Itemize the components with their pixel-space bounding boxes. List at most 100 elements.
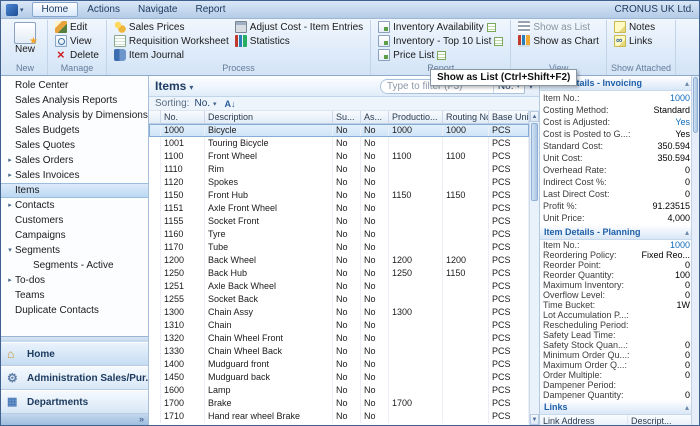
cell-routing-no[interactable] — [443, 397, 489, 410]
cell-base-unit[interactable]: PCS — [489, 371, 529, 384]
cell-assembly[interactable]: No — [361, 345, 389, 358]
cell-no[interactable]: 1155 — [161, 215, 205, 228]
new-button[interactable]: New — [7, 20, 43, 55]
cell-routing-no[interactable] — [443, 384, 489, 397]
table-row[interactable]: 1120 Spokes No No PCS — [149, 176, 529, 189]
column-header[interactable]: No. — [161, 111, 205, 123]
cell-no[interactable]: 1400 — [161, 358, 205, 371]
table-row[interactable]: 1251 Axle Back Wheel No No PCS — [149, 280, 529, 293]
row-selector[interactable] — [149, 189, 161, 202]
requisition-worksheet-button[interactable]: Requisition Worksheet — [111, 34, 232, 48]
table-row[interactable]: 1200 Back Wheel No No 1200 1200 PCS — [149, 254, 529, 267]
row-selector[interactable] — [149, 124, 161, 137]
field-value[interactable]: 0 — [681, 176, 690, 188]
cell-routing-no[interactable]: 1150 — [443, 189, 489, 202]
cell-production-bom[interactable] — [389, 215, 443, 228]
table-row[interactable]: 1000 Bicycle No No 1000 1000 PCS — [149, 124, 529, 137]
field-value[interactable]: 91.23515 — [648, 200, 690, 212]
menu-tab[interactable]: Report — [186, 3, 234, 16]
cell-routing-no[interactable] — [443, 293, 489, 306]
menu-tab[interactable]: Navigate — [129, 3, 186, 16]
column-header[interactable]: As... — [361, 111, 389, 123]
cell-production-bom[interactable]: 1200 — [389, 254, 443, 267]
factbox-links-header[interactable]: Links ▴ — [540, 400, 693, 415]
inventory-availability-button[interactable]: Inventory Availability — [375, 20, 498, 34]
sorting-column-dropdown[interactable]: No.▾ — [194, 98, 216, 109]
cell-assembly[interactable]: No — [361, 189, 389, 202]
table-row[interactable]: 1250 Back Hub No No 1250 1150 PCS — [149, 267, 529, 280]
cell-base-unit[interactable]: PCS — [489, 293, 529, 306]
cell-assembly[interactable]: No — [361, 306, 389, 319]
table-row[interactable]: 1110 Rim No No PCS — [149, 163, 529, 176]
table-row[interactable]: 1001 Touring Bicycle No No PCS — [149, 137, 529, 150]
field-value[interactable]: 0 — [681, 280, 690, 290]
cell-no[interactable]: 1000 — [161, 124, 205, 137]
adjust-cost-button[interactable]: Adjust Cost - Item Entries — [232, 20, 366, 34]
cell-routing-no[interactable] — [443, 319, 489, 332]
cell-description[interactable]: Spokes — [205, 176, 333, 189]
cell-base-unit[interactable]: PCS — [489, 267, 529, 280]
sidebar-item[interactable]: ▸ Sales Invoices — [1, 168, 148, 183]
sidebar-item[interactable]: Sales Analysis by Dimensions — [1, 108, 148, 123]
cell-assembly[interactable]: No — [361, 267, 389, 280]
sidebar-item[interactable]: Items — [1, 183, 148, 198]
cell-no[interactable]: 1250 — [161, 267, 205, 280]
table-row[interactable]: 1710 Hand rear wheel Brake No No PCS — [149, 410, 529, 423]
cell-assembly[interactable]: No — [361, 163, 389, 176]
column-header[interactable]: Routing No. — [443, 111, 489, 123]
field-value[interactable] — [686, 310, 690, 320]
cell-description[interactable]: Back Hub — [205, 267, 333, 280]
sidebar-item[interactable]: Campaigns — [1, 228, 148, 243]
cell-description[interactable]: Touring Bicycle — [205, 137, 333, 150]
cell-substitutes[interactable]: No — [333, 215, 361, 228]
row-selector[interactable] — [149, 254, 161, 267]
sort-ascending-icon[interactable]: A↓ — [225, 99, 236, 109]
cell-description[interactable]: Bicycle — [205, 124, 333, 137]
cell-description[interactable]: Chain Wheel Back — [205, 345, 333, 358]
row-selector[interactable] — [149, 241, 161, 254]
field-value[interactable]: 350.594 — [653, 152, 690, 164]
table-row[interactable]: 1400 Mudguard front No No PCS — [149, 358, 529, 371]
cell-base-unit[interactable]: PCS — [489, 319, 529, 332]
cell-no[interactable]: 1100 — [161, 150, 205, 163]
row-selector[interactable] — [149, 176, 161, 189]
cell-assembly[interactable]: No — [361, 215, 389, 228]
field-value[interactable]: 1000 — [666, 240, 690, 250]
cell-production-bom[interactable] — [389, 384, 443, 397]
cell-description[interactable]: Front Wheel — [205, 150, 333, 163]
cell-production-bom[interactable] — [389, 137, 443, 150]
row-selector[interactable] — [149, 215, 161, 228]
cell-routing-no[interactable] — [443, 410, 489, 423]
cell-routing-no[interactable]: 1150 — [443, 267, 489, 280]
cell-production-bom[interactable] — [389, 371, 443, 384]
cell-production-bom[interactable] — [389, 202, 443, 215]
scroll-up-icon[interactable]: ▲ — [530, 111, 539, 122]
table-row[interactable]: 1151 Axle Front Wheel No No PCS — [149, 202, 529, 215]
cell-substitutes[interactable]: No — [333, 241, 361, 254]
cell-routing-no[interactable] — [443, 137, 489, 150]
cell-production-bom[interactable]: 1000 — [389, 124, 443, 137]
table-scrollbar[interactable]: ▲ ▼ — [529, 111, 539, 425]
row-selector[interactable] — [149, 345, 161, 358]
cell-assembly[interactable]: No — [361, 410, 389, 423]
cell-production-bom[interactable]: 1150 — [389, 189, 443, 202]
cell-assembly[interactable]: No — [361, 124, 389, 137]
cell-assembly[interactable]: No — [361, 150, 389, 163]
cell-routing-no[interactable] — [443, 215, 489, 228]
links-button[interactable]: Links — [611, 34, 655, 48]
sidebar-item[interactable]: Teams — [1, 288, 148, 303]
statistics-button[interactable]: Statistics — [232, 34, 366, 48]
field-value[interactable]: 350.594 — [653, 140, 690, 152]
cell-routing-no[interactable] — [443, 345, 489, 358]
app-icon[interactable] — [6, 4, 18, 16]
cell-base-unit[interactable]: PCS — [489, 345, 529, 358]
cell-production-bom[interactable]: 1700 — [389, 397, 443, 410]
cell-assembly[interactable]: No — [361, 280, 389, 293]
cell-no[interactable]: 1255 — [161, 293, 205, 306]
cell-assembly[interactable]: No — [361, 319, 389, 332]
field-value[interactable]: 1W — [673, 300, 691, 310]
cell-description[interactable]: Mudguard back — [205, 371, 333, 384]
cell-production-bom[interactable] — [389, 358, 443, 371]
table-row[interactable]: 1330 Chain Wheel Back No No PCS — [149, 345, 529, 358]
cell-substitutes[interactable]: No — [333, 293, 361, 306]
